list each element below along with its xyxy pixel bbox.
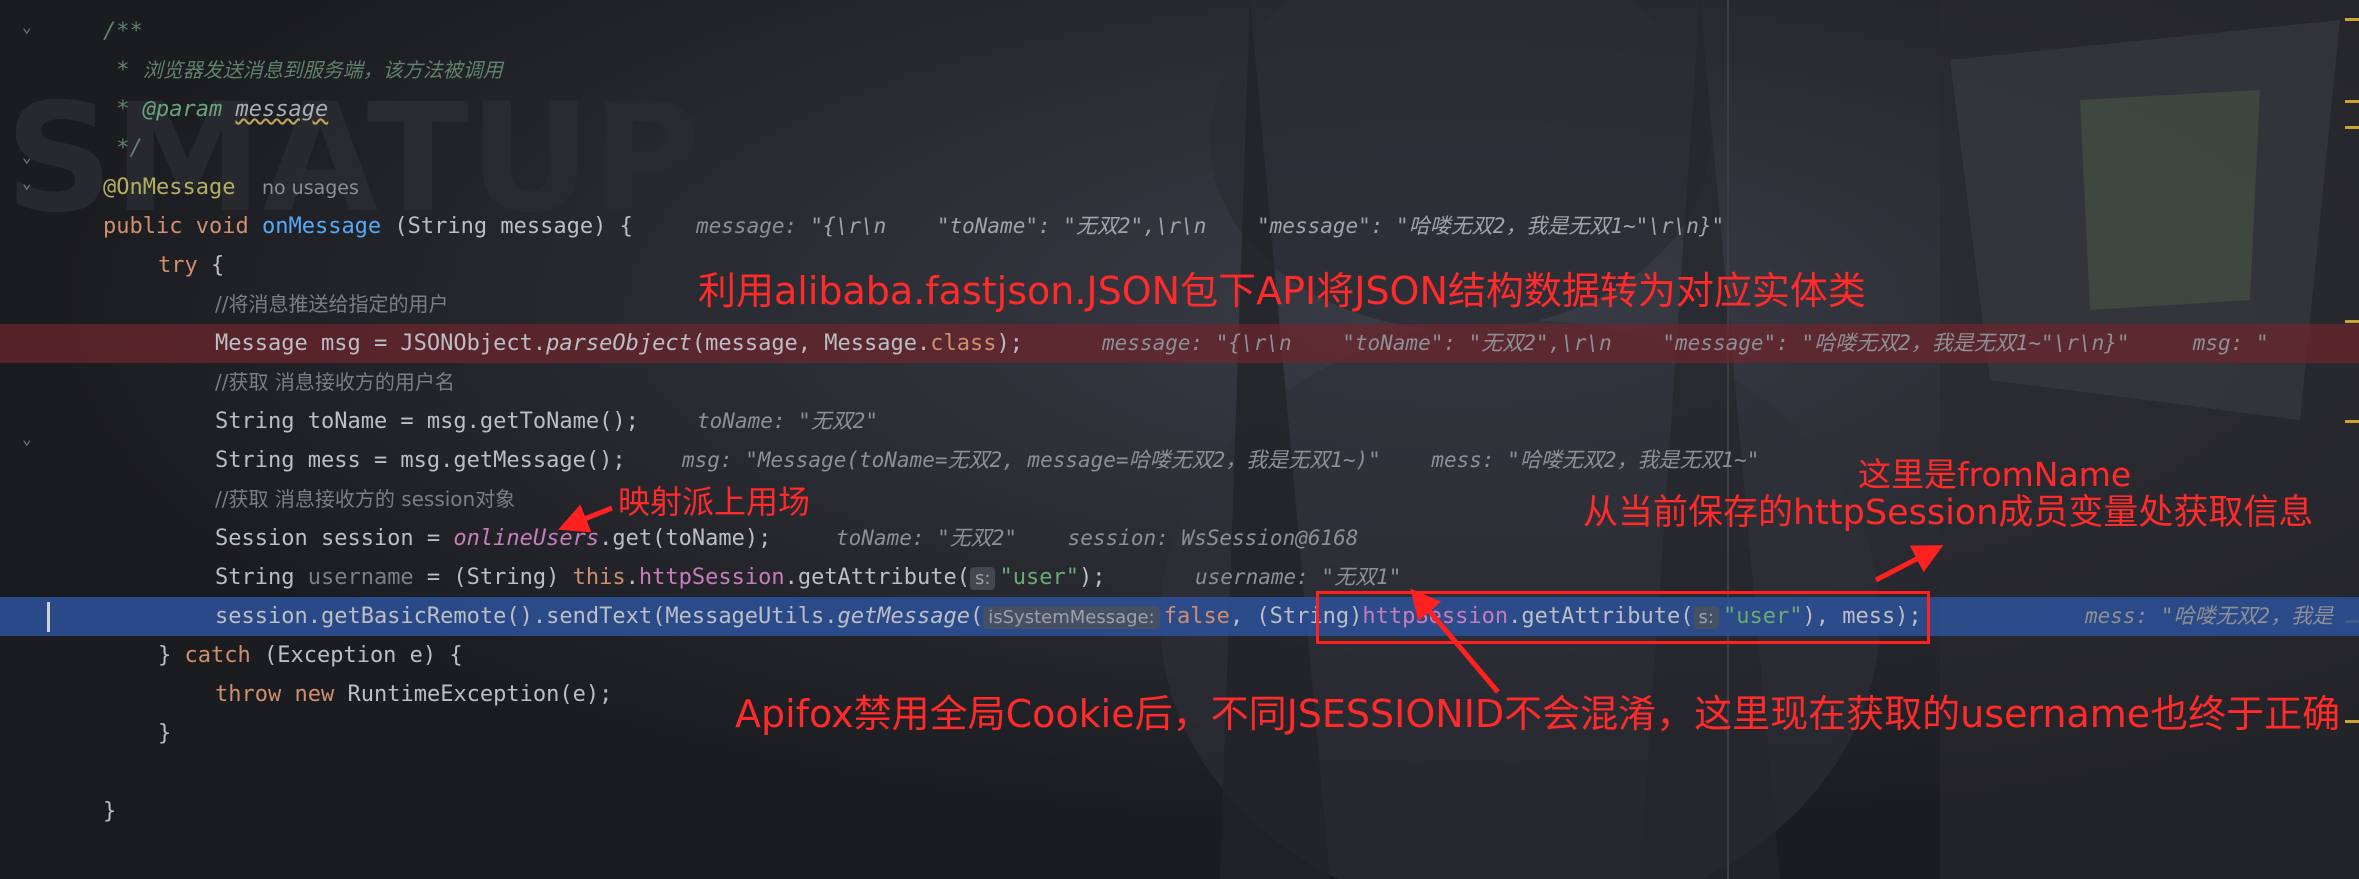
doc-comment-close: */ (103, 136, 143, 161)
doc-param-name: message (235, 97, 329, 122)
code-text: (message, Message. (691, 331, 931, 356)
debug-inline-value: message: "{\r\n "toName": "无双2",\r\n "me… (1102, 331, 2269, 355)
debug-inline-value: toName: "无双2" (697, 409, 879, 433)
code-text: Message msg = JSONObject. (215, 331, 547, 356)
debug-inline-value: mess: "哈喽无双2，我是 (2085, 604, 2334, 628)
code-line-2[interactable]: * 浏览器发送消息到服务端，该方法被调用 (0, 51, 2359, 90)
field-httpsession: httpSession (638, 565, 785, 590)
code-text: ); (996, 331, 1024, 356)
line-comment: //将消息推送给指定的用户 (215, 292, 449, 316)
code-line-4[interactable]: */ (0, 129, 2359, 168)
keyword-public: public (103, 214, 183, 239)
annotation-httpsession-source: 从当前保存的httpSession成员变量处获取信息 (1583, 493, 2314, 533)
code-line-15[interactable]: String username = (String) this.httpSess… (0, 558, 2359, 597)
keyword-try: try (158, 253, 198, 278)
closing-brace: } (103, 799, 117, 824)
doc-param-tag: @param (142, 97, 223, 122)
code-line-21[interactable]: } (0, 792, 2359, 831)
keyword-class: class (930, 331, 997, 356)
debug-inline-value: msg: "Message(toName=无双2, message=哈喽无双2，… (682, 448, 1760, 472)
code-text: session.getBasicRemote().sendText(Messag… (215, 604, 838, 629)
code-line-17[interactable]: } catch (Exception e) { (0, 636, 2359, 675)
code-line-3[interactable]: * @param message (0, 90, 2359, 129)
code-line-10[interactable]: //获取 消息接收方的用户名 (0, 363, 2359, 402)
code-text: String toName = msg.getToName(); (215, 409, 639, 434)
code-text: (Exception e) { (250, 643, 463, 668)
field-onlineusers: onlineUsers (453, 526, 600, 551)
keyword-new: new (294, 682, 335, 707)
code-text: Session session = (215, 526, 454, 551)
annotation-onmessage: @OnMessage (103, 175, 236, 200)
code-text: .getAttribute( (784, 565, 971, 590)
doc-description: 浏览器发送消息到服务端，该方法被调用 (142, 58, 503, 82)
text-caret (47, 602, 50, 632)
parameter-hint: isSystemMessage: (983, 606, 1160, 629)
annotation-from-name: 这里是fromName (1858, 455, 2132, 494)
method-getmessage: getMessage (837, 604, 970, 629)
usages-hint[interactable]: no usages (262, 177, 359, 199)
doc-star: * (103, 58, 143, 83)
code-text: .get(toName); (599, 526, 772, 551)
highlight-box (1316, 591, 1930, 644)
debug-inline-value: toName: "无双2" session: WsSession@6168 (836, 526, 1359, 550)
code-line-6[interactable]: public void onMessage (String message) {… (0, 207, 2359, 246)
code-text: . (625, 565, 639, 590)
debug-key: message: (696, 214, 798, 238)
string-literal: "user" (999, 565, 1079, 590)
keyword-this: this (572, 565, 626, 590)
code-line-16-execution-point[interactable]: session.getBasicRemote().sendText(Messag… (0, 597, 2359, 636)
keyword-void: void (195, 214, 249, 239)
method-parseobject: parseObject (546, 331, 692, 356)
debug-value: "{\r\n "toName": "无双2",\r\n "message": "… (810, 214, 1725, 238)
code-text: } (158, 643, 185, 668)
code-line-11[interactable]: String toName = msg.getToName(); toName:… (0, 402, 2359, 441)
code-line-5[interactable]: @OnMessage no usages (0, 168, 2359, 207)
annotation-apifox: Apifox禁用全局Cookie后，不同JSESSIONID不会混淆，这里现在获… (735, 692, 2341, 736)
keyword-throw: throw (215, 682, 282, 707)
doc-comment-open: /** (103, 19, 143, 44)
doc-star: * (103, 97, 143, 122)
closing-brace: } (158, 721, 172, 746)
code-text: ); (1078, 565, 1106, 590)
code-line-9-breakpoint[interactable]: Message msg = JSONObject.parseObject(mes… (0, 324, 2359, 363)
code-text: RuntimeException(e); (334, 682, 613, 707)
annotation-field-use: 映射派上用场 (618, 483, 811, 521)
code-text: String (215, 565, 308, 590)
code-line-1[interactable]: /** (0, 12, 2359, 51)
try-brace: { (197, 253, 225, 278)
variable-username: username (307, 565, 414, 590)
method-signature: (String message) { (381, 214, 633, 239)
code-text: ( (969, 604, 984, 629)
line-comment: //获取 消息接收方的 session对象 (215, 487, 516, 511)
line-comment: //获取 消息接收方的用户名 (215, 370, 455, 394)
parameter-hint: s: (970, 567, 996, 590)
code-text: = (String) (413, 565, 573, 590)
keyword-catch: catch (184, 643, 251, 668)
keyword-false: false (1163, 604, 1230, 629)
code-text: String mess = msg.getMessage(); (215, 448, 626, 473)
annotation-fastjson: 利用alibaba.fastjson.JSON包下API将JSON结构数据转为对… (698, 269, 1866, 313)
method-name: onMessage (261, 214, 382, 239)
